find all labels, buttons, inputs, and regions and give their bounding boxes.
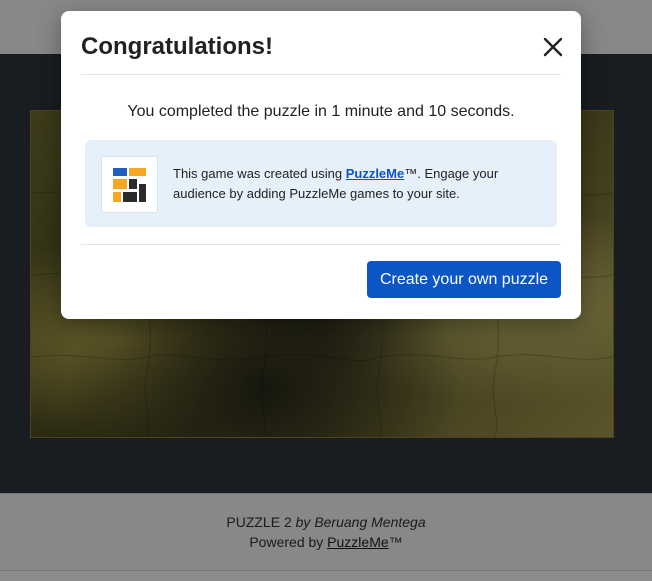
puzzleme-logo [101, 156, 158, 213]
puzzleme-link[interactable]: PuzzleMe [346, 166, 405, 181]
header-divider [81, 74, 561, 75]
completion-message: You completed the puzzle in 1 minute and… [127, 103, 515, 120]
promo-text-before: This game was created using [173, 166, 346, 181]
close-button[interactable] [539, 33, 567, 61]
promo-box: This game was created using PuzzleMe™. E… [85, 140, 557, 227]
create-puzzle-button[interactable]: Create your own puzzle [367, 261, 561, 298]
footer-divider [81, 244, 561, 245]
close-icon [543, 37, 563, 57]
puzzleme-logo-icon [113, 168, 146, 202]
promo-text: This game was created using PuzzleMe™. E… [173, 164, 533, 204]
congratulations-dialog: Congratulations! You completed the puzzl… [61, 11, 581, 319]
dialog-title: Congratulations! [81, 33, 273, 60]
